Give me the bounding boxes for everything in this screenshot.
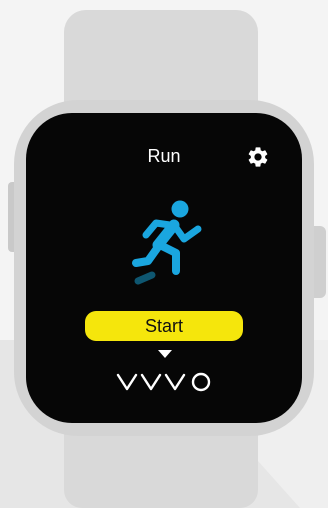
gear-icon[interactable] [246, 145, 270, 169]
watch-crown[interactable] [312, 226, 326, 298]
brand-logo [116, 372, 211, 392]
watch-screen: Run Start [26, 113, 302, 423]
start-button[interactable]: Start [85, 311, 243, 341]
running-person-icon [132, 200, 202, 285]
chevron-down-icon[interactable] [158, 350, 172, 358]
